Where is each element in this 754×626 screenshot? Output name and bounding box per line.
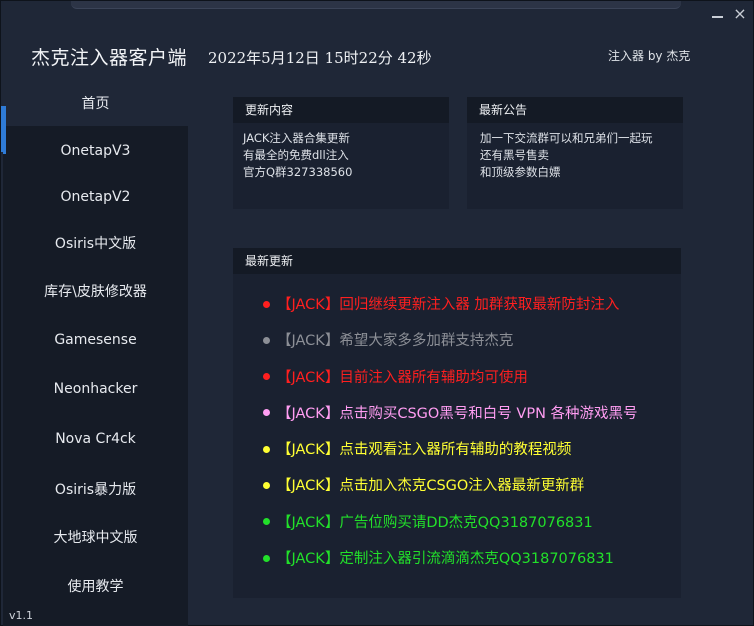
minimize-icon[interactable] [709, 7, 727, 23]
panel-title: 最新更新 [233, 248, 681, 274]
news-item[interactable]: 【JACK】点击观看注入器所有辅助的教程视频 [263, 440, 638, 476]
bullet-icon [263, 373, 270, 381]
app-window: 杰克注入器客户端 2022年5月12日 15时22分 42秒 注入器 by 杰克… [0, 0, 754, 626]
sidebar-item-gamesense[interactable]: Gamesense [3, 318, 188, 362]
update-content-panel: 更新内容 JACK注入器合集更新 有最全的免费dll注入 官方Q群3273385… [233, 97, 449, 209]
app-title: 杰克注入器客户端 [31, 47, 188, 69]
panel-title: 更新内容 [233, 97, 449, 123]
announcement-line: 和顶级参数白嫖 [480, 165, 561, 179]
news-item[interactable]: 【JACK】希望大家多多加群支持杰克 [263, 331, 638, 367]
bullet-icon [263, 445, 270, 453]
title-bar[interactable]: 杰克注入器客户端 2022年5月12日 15时22分 42秒 注入器 by 杰克… [1, 1, 753, 81]
news-text: 【JACK】定制注入器引流滴滴杰克QQ3187076831 [277, 551, 614, 568]
bullet-icon [263, 300, 270, 308]
sidebar-item-osiris-rage[interactable]: Osiris暴力版 [3, 468, 188, 512]
sidebar-item-home[interactable]: 首页 [3, 82, 188, 154]
announcement-line: 还有黑号售卖 [480, 148, 549, 162]
news-item[interactable]: 【JACK】点击购买CSGO黑号和白号 VPN 各种游戏黑号 [263, 404, 638, 440]
bullet-icon [263, 336, 270, 344]
sidebar: 首页 OnetapV3 OnetapV2 Osiris中文版 库存\皮肤修改器 … [3, 82, 188, 626]
news-item[interactable]: 【JACK】广告位购买请DD杰克QQ3187076831 [263, 513, 638, 549]
news-list: 【JACK】回归继续更新注入器 加群获取最新防封注入 【JACK】希望大家多多加… [263, 295, 638, 585]
bullet-icon [263, 409, 270, 417]
news-text: 【JACK】目前注入器所有辅助均可使用 [277, 369, 528, 386]
author-label: 注入器 by 杰克 [608, 49, 691, 63]
news-text: 【JACK】希望大家多多加群支持杰克 [277, 333, 514, 350]
latest-updates-panel: 最新更新 【JACK】回归继续更新注入器 加群获取最新防封注入 【JACK】希望… [233, 248, 681, 598]
sidebar-item-onetapv3[interactable]: OnetapV3 [3, 129, 188, 173]
news-item[interactable]: 【JACK】回归继续更新注入器 加群获取最新防封注入 [263, 295, 638, 331]
news-item[interactable]: 【JACK】定制注入器引流滴滴杰克QQ3187076831 [263, 549, 638, 585]
sidebar-item-skin-changer[interactable]: 库存\皮肤修改器 [3, 270, 188, 314]
sidebar-item-neonhacker[interactable]: Neonhacker [3, 367, 188, 411]
panel-title: 最新公告 [467, 97, 683, 123]
sidebar-item-tutorial[interactable]: 使用教学 [3, 565, 188, 609]
announcement-panel: 最新公告 加一下交流群可以和兄弟们一起玩 还有黑号售卖 和顶级参数白嫖 [467, 97, 683, 209]
sidebar-item-nova-cr4ck[interactable]: Nova Cr4ck [3, 417, 188, 461]
bullet-icon [263, 481, 270, 489]
news-text: 【JACK】点击加入杰克CSGO注入器最新更新群 [277, 478, 585, 495]
news-item[interactable]: 【JACK】目前注入器所有辅助均可使用 [263, 368, 638, 404]
sidebar-item-earth-cn[interactable]: 大地球中文版 [3, 516, 188, 560]
announcement-lines: 加一下交流群可以和兄弟们一起玩 还有黑号售卖 和顶级参数白嫖 [480, 130, 653, 181]
news-text: 【JACK】点击购买CSGO黑号和白号 VPN 各种游戏黑号 [277, 405, 638, 422]
active-indicator [1, 106, 4, 152]
update-line: 有最全的免费dll注入 [243, 148, 349, 162]
news-text: 【JACK】广告位购买请DD杰克QQ3187076831 [277, 514, 593, 531]
bullet-icon [263, 518, 270, 526]
datetime-display: 2022年5月12日 15时22分 42秒 [208, 49, 432, 67]
bullet-icon [263, 554, 270, 562]
sidebar-item-osiris-cn[interactable]: Osiris中文版 [3, 222, 188, 266]
update-line: 官方Q群327338560 [243, 165, 353, 179]
news-text: 【JACK】回归继续更新注入器 加群获取最新防封注入 [277, 297, 620, 313]
close-icon[interactable]: × [731, 5, 749, 23]
news-item[interactable]: 【JACK】点击加入杰克CSGO注入器最新更新群 [263, 476, 638, 512]
update-content-lines: JACK注入器合集更新 有最全的免费dll注入 官方Q群327338560 [243, 130, 352, 181]
announcement-line: 加一下交流群可以和兄弟们一起玩 [480, 131, 653, 145]
news-text: 【JACK】点击观看注入器所有辅助的教程视频 [277, 442, 572, 459]
version-label: v1.1 [9, 609, 34, 622]
update-line: JACK注入器合集更新 [243, 131, 350, 145]
sidebar-item-onetapv2[interactable]: OnetapV2 [3, 175, 188, 219]
